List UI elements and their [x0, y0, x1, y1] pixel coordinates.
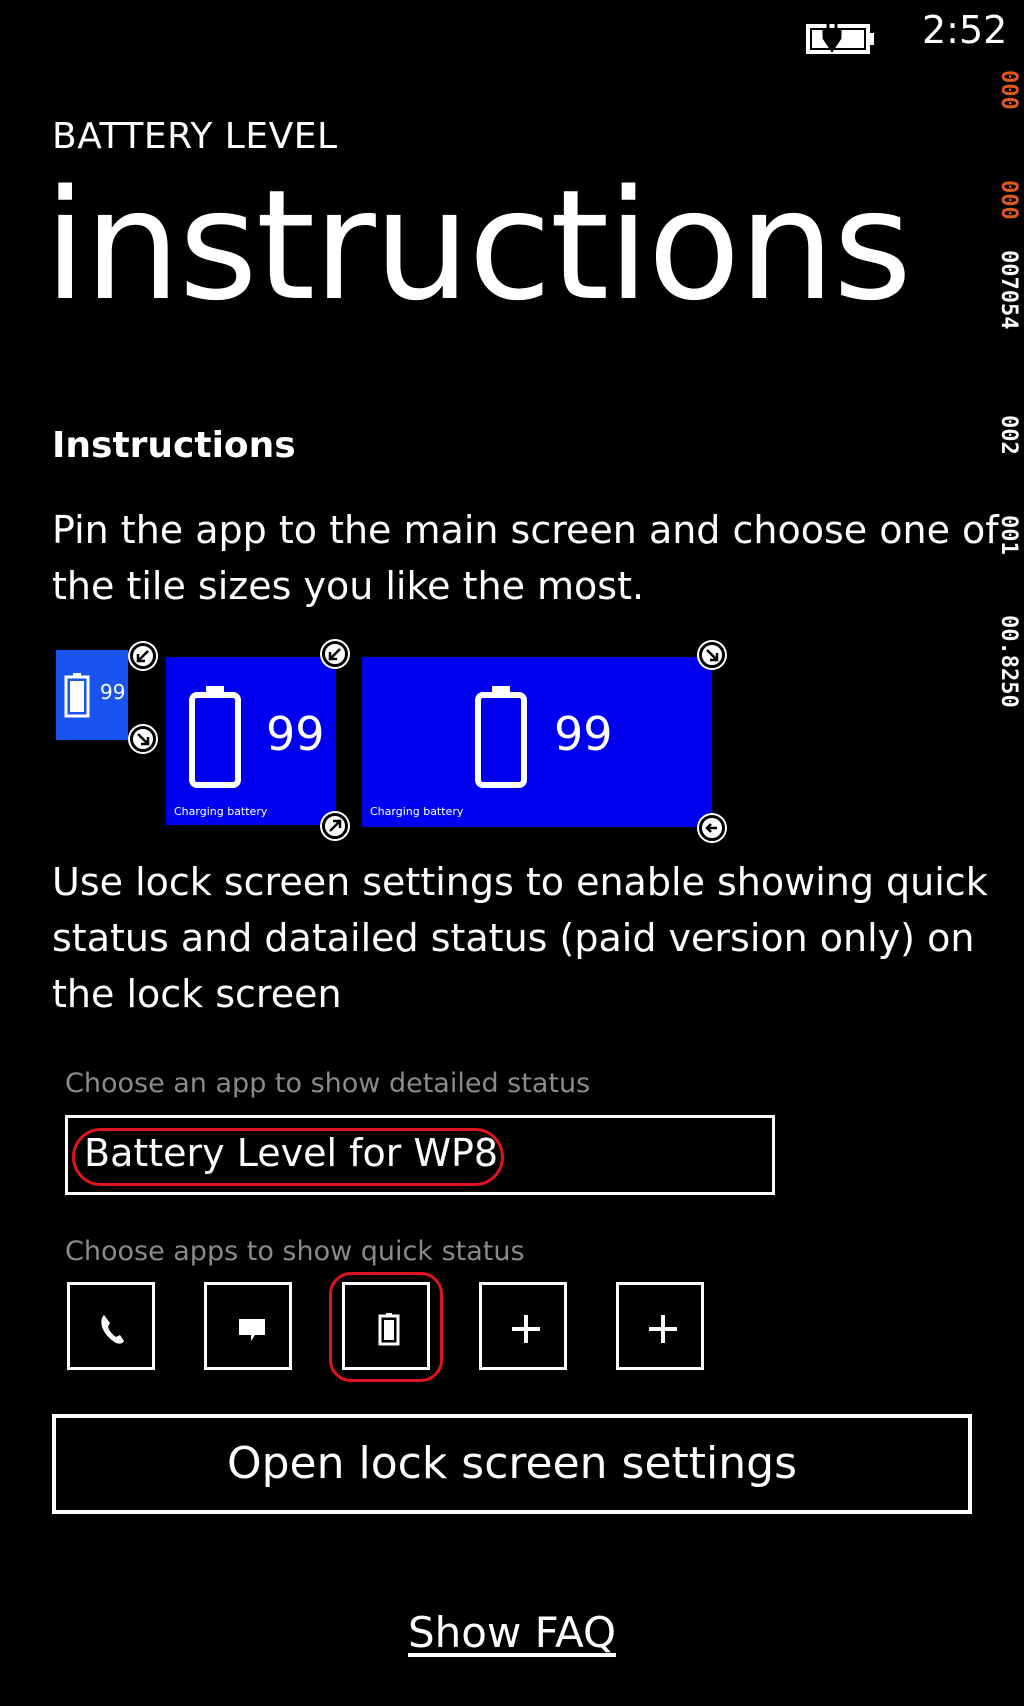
battery-icon	[189, 686, 241, 788]
app-title: BATTERY LEVEL	[52, 116, 338, 157]
resize-handle-icon[interactable]	[699, 815, 725, 841]
medium-tile-preview: 99 Charging battery	[166, 657, 336, 825]
page-title: instructions	[44, 157, 912, 334]
highlight-ellipse	[329, 1272, 443, 1382]
resize-handle-icon[interactable]	[322, 813, 348, 839]
memory-counter-value: 000	[996, 180, 1021, 220]
wide-tile-value: 99	[554, 707, 613, 761]
quick-status-slot-phone[interactable]	[67, 1282, 155, 1370]
quick-status-slot-add[interactable]	[616, 1282, 704, 1370]
plus-icon	[512, 1315, 540, 1343]
resize-handle-icon[interactable]	[699, 642, 725, 668]
battery-icon	[475, 686, 527, 788]
resize-handle-icon[interactable]	[130, 643, 156, 669]
medium-tile-value: 99	[266, 707, 325, 761]
instructions-heading: Instructions	[52, 425, 296, 466]
small-tile-value: 99	[100, 680, 126, 704]
clock: 2:52	[922, 8, 1008, 52]
phone-icon	[101, 1315, 124, 1344]
show-faq-link[interactable]: Show FAQ	[0, 1608, 1024, 1657]
battery-icon	[64, 673, 90, 718]
message-icon	[239, 1319, 265, 1341]
small-tile-preview: 99	[56, 650, 128, 740]
detailed-status-label: Choose an app to show detailed status	[65, 1068, 591, 1099]
memory-counter: 00000000705400200100.8250	[996, 70, 1021, 708]
open-lock-screen-settings-button[interactable]: Open lock screen settings	[52, 1414, 972, 1514]
resize-handle-icon[interactable]	[130, 726, 156, 752]
quick-status-slot-message[interactable]	[204, 1282, 292, 1370]
status-bar: 2:52	[0, 0, 1024, 70]
quick-status-slot-add[interactable]	[479, 1282, 567, 1370]
memory-counter-value: 000	[996, 70, 1021, 110]
pin-instruction-text: Pin the app to the main screen and choos…	[52, 508, 999, 608]
medium-tile-caption: Charging battery	[174, 805, 268, 818]
plus-icon	[649, 1315, 677, 1343]
quick-status-label: Choose apps to show quick status	[65, 1236, 525, 1267]
memory-counter-value: 007054	[996, 250, 1021, 329]
resize-handle-icon[interactable]	[322, 641, 348, 667]
highlight-ellipse	[72, 1128, 504, 1186]
wide-tile-caption: Charging battery	[370, 805, 464, 818]
memory-counter-value: 00.8250	[996, 615, 1021, 708]
memory-counter-value: 002	[996, 415, 1021, 455]
charging-battery-icon	[806, 20, 874, 54]
wide-tile-preview: 99 Charging battery	[362, 657, 712, 827]
lock-screen-instruction-text: Use lock screen settings to enable showi…	[52, 860, 988, 1016]
